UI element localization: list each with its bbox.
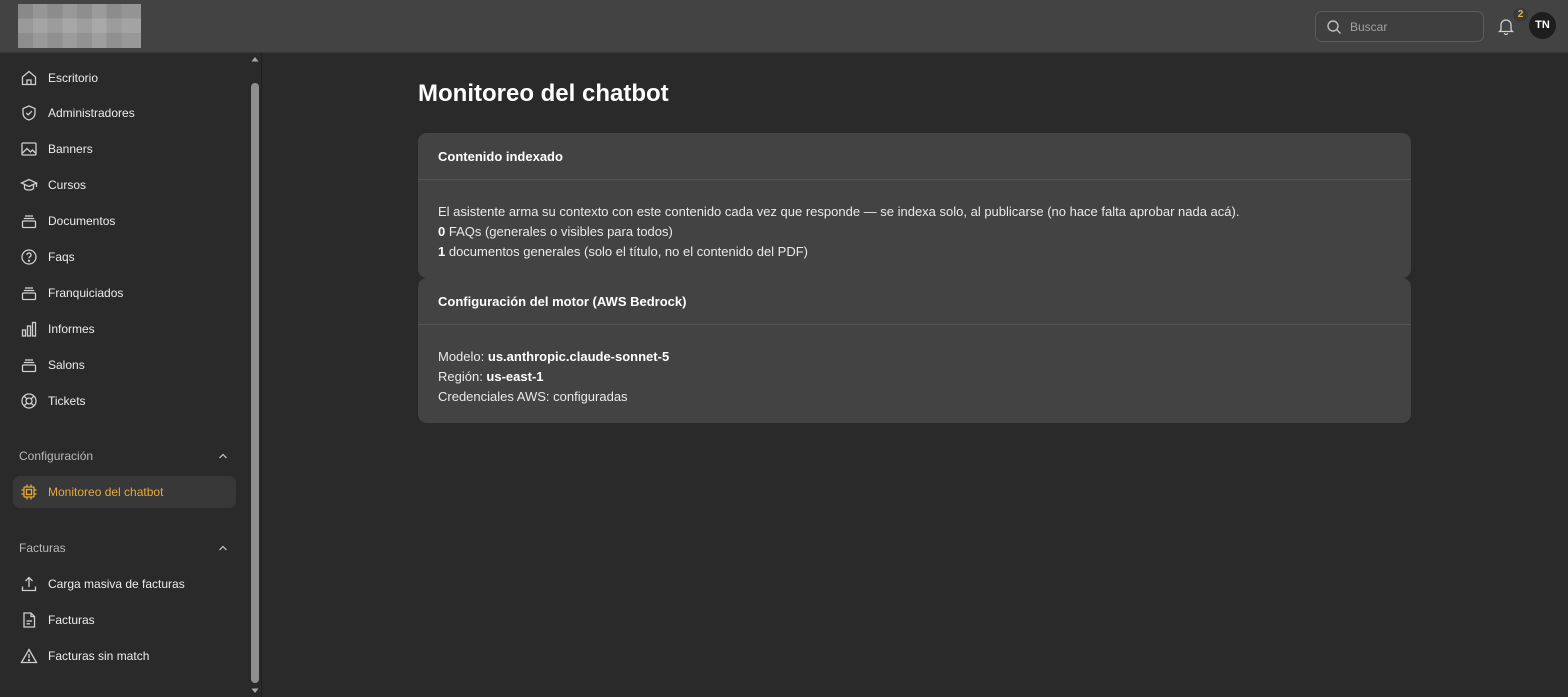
sidebar-item-label: Facturas xyxy=(48,613,95,627)
bell-icon[interactable] xyxy=(1496,16,1516,36)
card-body: Modelo: us.anthropic.claude-sonnet-5 Reg… xyxy=(418,325,1411,407)
sidebar-scroll-thumb[interactable] xyxy=(251,83,259,683)
scroll-up-arrow-icon[interactable] xyxy=(250,55,260,63)
cpu-chip-icon xyxy=(21,484,37,500)
section-label: Configuración xyxy=(19,449,94,463)
faqs-text: FAQs (generales o visibles para todos) xyxy=(445,224,673,239)
card-body: El asistente arma su contexto con este c… xyxy=(418,180,1411,262)
sidebar-item-label: Facturas sin match xyxy=(48,649,150,663)
upload-icon xyxy=(21,576,37,592)
sidebar: Escritorio Administradores Banners Curso… xyxy=(0,53,262,697)
home-icon xyxy=(21,70,37,86)
docs-count-line: 1 documentos generales (solo el título, … xyxy=(438,242,1391,262)
section-label: Facturas xyxy=(19,541,66,555)
section-configuracion-toggle[interactable]: Configuración xyxy=(19,449,229,463)
sidebar-item-carga-masiva-facturas[interactable]: Carga masiva de facturas xyxy=(13,568,236,600)
sidebar-item-label: Escritorio xyxy=(48,71,99,85)
main-content: Monitoreo del chatbot Contenido indexado… xyxy=(262,53,1568,697)
region-label: Región: xyxy=(438,369,487,384)
region-value: us-east-1 xyxy=(486,369,544,384)
sidebar-item-documentos[interactable]: Documentos xyxy=(13,205,236,237)
sidebar-item-label: Informes xyxy=(48,322,95,336)
sidebar-item-faqs[interactable]: Faqs xyxy=(13,241,236,273)
sidebar-item-monitoreo-chatbot[interactable]: Monitoreo del chatbot xyxy=(13,476,236,508)
search-input[interactable] xyxy=(1350,19,1470,34)
page-title: Monitoreo del chatbot xyxy=(418,80,669,107)
sidebar-item-cursos[interactable]: Cursos xyxy=(13,169,236,201)
chevron-up-icon xyxy=(219,545,227,551)
indexed-content-card: Contenido indexado El asistente arma su … xyxy=(418,133,1411,278)
bar-chart-icon xyxy=(21,321,37,337)
sidebar-item-escritorio[interactable]: Escritorio xyxy=(13,62,236,94)
indexing-description: El asistente arma su contexto con este c… xyxy=(438,204,1240,219)
folder-stack-icon xyxy=(21,359,37,373)
sidebar-item-label: Cursos xyxy=(48,178,87,192)
model-line: Modelo: us.anthropic.claude-sonnet-5 xyxy=(438,347,1391,367)
document-icon xyxy=(23,612,36,628)
docs-text: documentos generales (solo el título, no… xyxy=(445,244,808,259)
sidebar-item-administradores[interactable]: Administradores xyxy=(13,97,236,129)
card-header: Configuración del motor (AWS Bedrock) xyxy=(418,278,1411,325)
section-facturas-toggle[interactable]: Facturas xyxy=(19,541,229,555)
image-icon xyxy=(21,142,37,156)
sidebar-item-label: Monitoreo del chatbot xyxy=(48,485,164,499)
model-value: us.anthropic.claude-sonnet-5 xyxy=(487,349,670,364)
folder-stack-icon xyxy=(21,215,37,229)
lifebuoy-icon xyxy=(21,393,37,409)
alert-triangle-icon xyxy=(20,648,38,664)
sidebar-item-label: Documentos xyxy=(48,214,116,228)
search-icon xyxy=(1327,19,1341,34)
sidebar-item-label: Salons xyxy=(48,358,85,372)
sidebar-item-label: Administradores xyxy=(48,106,135,120)
sidebar-item-label: Faqs xyxy=(48,250,75,264)
notification-count-badge: 2 xyxy=(1513,8,1528,22)
scroll-down-arrow-icon[interactable] xyxy=(250,687,260,695)
sidebar-item-label: Franquiciados xyxy=(48,286,124,300)
model-label: Modelo: xyxy=(438,349,488,364)
sidebar-item-label: Tickets xyxy=(48,394,86,408)
engine-config-card: Configuración del motor (AWS Bedrock) Mo… xyxy=(418,278,1411,423)
user-avatar[interactable]: TN xyxy=(1529,12,1556,39)
folder-stack-icon xyxy=(21,287,37,301)
help-circle-icon xyxy=(21,249,37,265)
sidebar-item-banners[interactable]: Banners xyxy=(13,133,236,165)
credentials-line: Credenciales AWS: configuradas xyxy=(438,389,628,404)
search-box[interactable] xyxy=(1315,11,1484,42)
shield-check-icon xyxy=(22,105,36,121)
faqs-count-line: 0 FAQs (generales o visibles para todos) xyxy=(438,222,1391,242)
card-header: Contenido indexado xyxy=(418,133,1411,180)
chevron-up-icon xyxy=(219,453,227,459)
sidebar-item-tickets[interactable]: Tickets xyxy=(13,385,236,417)
sidebar-item-label: Banners xyxy=(48,142,93,156)
brand-logo[interactable] xyxy=(18,4,141,48)
sidebar-item-facturas-sin-match[interactable]: Facturas sin match xyxy=(13,640,236,672)
top-bar: 2 TN xyxy=(0,0,1568,53)
graduation-cap-icon xyxy=(20,178,38,191)
sidebar-item-franquiciados[interactable]: Franquiciados xyxy=(13,277,236,309)
sidebar-item-facturas[interactable]: Facturas xyxy=(13,604,236,636)
sidebar-item-informes[interactable]: Informes xyxy=(13,313,236,345)
sidebar-item-label: Carga masiva de facturas xyxy=(48,577,185,591)
sidebar-item-salons[interactable]: Salons xyxy=(13,349,236,381)
region-line: Región: us-east-1 xyxy=(438,367,1391,387)
